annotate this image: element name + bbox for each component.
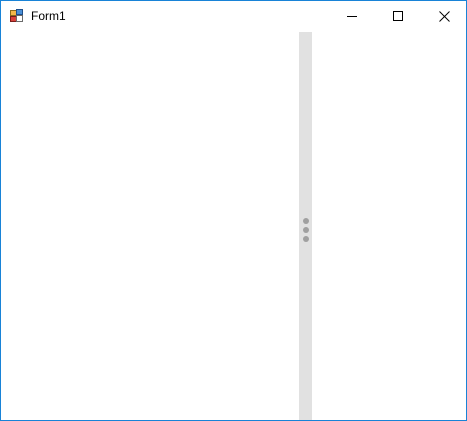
grip-dot [303, 227, 309, 233]
splitter-bar[interactable] [299, 32, 312, 420]
close-button[interactable] [421, 1, 466, 31]
minimize-icon [347, 16, 357, 17]
client-area [1, 32, 466, 420]
maximize-icon [393, 11, 403, 21]
maximize-button[interactable] [375, 1, 421, 31]
close-icon [438, 10, 450, 22]
grip-dot [303, 236, 309, 242]
form-window: Form1 [0, 0, 467, 421]
window-title: Form1 [31, 9, 66, 23]
form-icon[interactable] [10, 9, 24, 23]
minimize-button[interactable] [329, 1, 375, 31]
title-bar[interactable]: Form1 [1, 1, 466, 32]
grip-dot [303, 218, 309, 224]
